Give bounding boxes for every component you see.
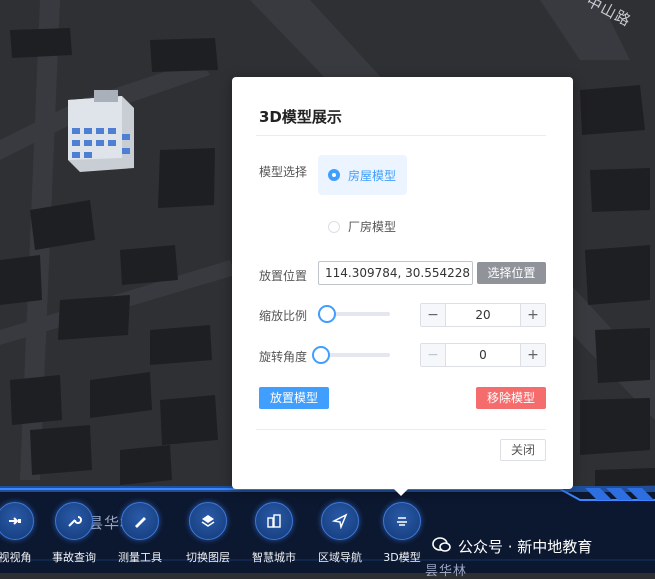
watermark-text: 公众号 · 新中地教育 bbox=[458, 538, 593, 556]
rotate-value[interactable]: 0 bbox=[446, 344, 520, 366]
rotate-label: 旋转角度 bbox=[259, 350, 308, 364]
model-select-label: 模型选择 bbox=[259, 165, 308, 179]
wechat-icon bbox=[432, 536, 452, 557]
toolbar-item-layers[interactable]: 切换图层 bbox=[173, 502, 243, 565]
divider bbox=[256, 135, 546, 136]
radio-checked-icon bbox=[328, 169, 340, 181]
scale-decrement-button[interactable]: − bbox=[421, 304, 446, 326]
position-input[interactable]: 114.309784, 30.554228 bbox=[318, 261, 473, 285]
toolbar-item-accident-query[interactable]: 事故查询 bbox=[39, 502, 109, 565]
navigation-arrow-icon bbox=[321, 502, 359, 540]
scale-increment-button[interactable]: + bbox=[520, 304, 545, 326]
ruler-pen-icon bbox=[121, 502, 159, 540]
radio-factory-label: 厂房模型 bbox=[348, 220, 397, 234]
house-model-preview bbox=[68, 90, 134, 172]
view-angle-icon bbox=[0, 502, 34, 540]
watermark: 公众号 · 新中地教育 bbox=[432, 536, 592, 557]
toolbar-item-measure[interactable]: 测量工具 bbox=[105, 502, 175, 565]
city-buildings-icon bbox=[255, 502, 293, 540]
place-model-button[interactable]: 放置模型 bbox=[259, 387, 329, 409]
toolbar-label: 区域导航 bbox=[318, 551, 362, 564]
radio-factory-model[interactable]: 厂房模型 bbox=[328, 218, 396, 235]
position-label: 放置位置 bbox=[259, 269, 308, 283]
scale-slider[interactable] bbox=[317, 305, 390, 323]
rotate-slider[interactable] bbox=[312, 346, 390, 364]
scale-stepper[interactable]: − 20 + bbox=[420, 303, 546, 327]
scale-label: 缩放比例 bbox=[259, 309, 308, 323]
scale-slider-handle[interactable] bbox=[317, 305, 336, 323]
toolbar-label: 测量工具 bbox=[118, 551, 162, 564]
dialog-title: 3D模型展示 bbox=[259, 108, 342, 126]
remove-model-button[interactable]: 移除模型 bbox=[476, 387, 546, 409]
toolbar-label: 3D模型 bbox=[383, 551, 421, 564]
toolbar-label: 事故查询 bbox=[52, 551, 96, 564]
toolbar-label: 切换图层 bbox=[186, 551, 230, 564]
divider bbox=[256, 429, 546, 430]
toolbar-item-smart-city[interactable]: 智慧城市 bbox=[239, 502, 309, 565]
wrench-icon bbox=[55, 502, 93, 540]
radio-unchecked-icon bbox=[328, 220, 340, 233]
layers-icon bbox=[189, 502, 227, 540]
toolbar-label: 智慧城市 bbox=[252, 551, 296, 564]
close-button[interactable]: 关闭 bbox=[500, 439, 546, 461]
rotate-stepper[interactable]: − 0 + bbox=[420, 343, 546, 367]
toolbar-item-3d-model[interactable]: 3D模型 bbox=[367, 502, 437, 565]
rotate-slider-handle[interactable] bbox=[312, 346, 330, 364]
select-position-button[interactable]: 选择位置 bbox=[477, 262, 546, 284]
rotate-decrement-button[interactable]: − bbox=[421, 344, 446, 366]
toolbar-item-area-nav[interactable]: 区域导航 bbox=[305, 502, 375, 565]
radio-house-model[interactable]: 房屋模型 bbox=[318, 155, 407, 195]
rotate-increment-button[interactable]: + bbox=[520, 344, 545, 366]
3d-model-icon bbox=[383, 502, 421, 540]
scale-value[interactable]: 20 bbox=[446, 304, 520, 326]
radio-house-label: 房屋模型 bbox=[348, 168, 397, 183]
model-dialog: 3D模型展示 模型选择 房屋模型 厂房模型 放置位置 114.309784, 3… bbox=[232, 77, 573, 496]
